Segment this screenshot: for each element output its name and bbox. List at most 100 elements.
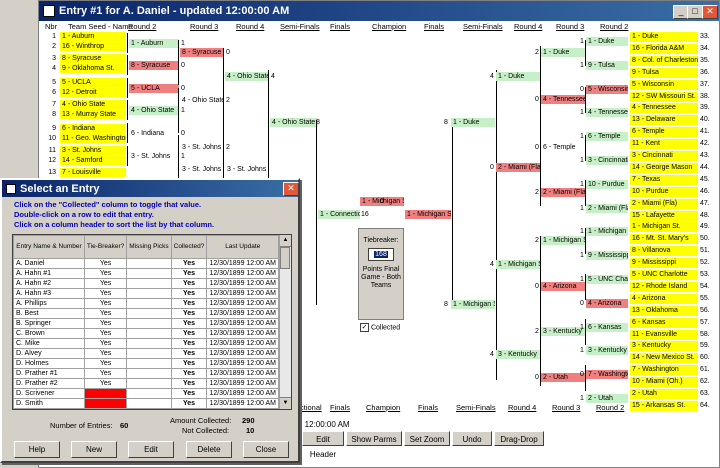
left-round3-pick[interactable]: 3 - St. Johns [180,165,224,174]
right-team-pick[interactable]: 8 - Villanova [630,246,698,257]
right-round3-pick[interactable]: 1 - Duke [541,48,585,57]
right-semifinal-pick[interactable]: 1 - Michigan St [451,300,495,309]
right-round3-pick[interactable]: 4 - Arizona [541,282,585,291]
right-round2-pick[interactable]: 9 - Mississippi [586,251,628,261]
right-team-pick[interactable]: 2 - Utah [630,389,698,399]
dialog-button-new[interactable]: New [71,441,117,458]
col-tie-breaker[interactable]: Tie-Breaker? [83,235,128,259]
maximize-button[interactable]: □ [687,5,703,19]
left-round2-pick[interactable]: 5 - UCLA [129,84,179,93]
right-team-pick[interactable]: 3 - Cincinnati [630,151,698,161]
header-col-8[interactable]: Round 4 [514,22,542,31]
scroll-up-arrow[interactable]: ▲ [280,235,291,247]
header-col-10[interactable]: Round 2 [600,22,628,31]
dialog-button-edit[interactable]: Edit [128,441,174,458]
table-row[interactable]: D. Prather #2 Yes Yes 12/30/1899 12:00 AM [13,378,279,389]
right-team-pick[interactable]: 7 - Washington [630,365,698,376]
header-col-4[interactable]: Finals [330,22,350,31]
col-entry-name[interactable]: Entry Name & Number [13,235,85,259]
header-col-6[interactable]: Finals [424,22,444,31]
right-round2-pick[interactable]: 1 - Michigan St [586,227,628,237]
right-team-pick[interactable]: 9 - Mississippi [630,258,698,269]
toolbar-button-drag-drop[interactable]: Drag-Drop [494,431,544,446]
right-round2-pick[interactable]: 3 - Cincinnati [586,156,628,165]
table-row[interactable]: D. Scrivener Yes 12/30/1899 12:00 AM [13,388,279,399]
table-row[interactable]: D. Alvey Yes Yes 12/30/1899 12:00 AM [13,348,279,359]
right-round2-pick[interactable]: 5 - Wisconsin [586,84,628,94]
right-round2-pick[interactable]: 6 - Kansas [586,322,628,332]
right-team-pick[interactable]: 11 - Evansville [630,329,698,340]
right-team-pick[interactable]: 1 - Duke [630,32,698,42]
right-round3-pick[interactable]: 6 - Temple [541,143,585,152]
left-team-pick[interactable]: 16 - Winthrop [60,42,126,51]
right-round2-pick[interactable]: 4 - Tennessee [586,108,628,118]
right-team-pick[interactable]: 5 - UNC Charlotte [630,270,698,280]
table-row[interactable]: B. Best Yes Yes 12/30/1899 12:00 AM [13,308,279,319]
collected-cell[interactable]: Yes [170,368,208,379]
right-finals-pick[interactable]: 1 - Michigan St [405,210,451,219]
table-row[interactable]: A. Hahn #3 Yes Yes 12/30/1899 12:00 AM [13,288,279,299]
left-team-pick[interactable]: 11 - Geo. Washington [60,134,126,143]
right-team-pick[interactable]: 4 - Arizona [630,293,698,304]
toolbar-button-set-zoom[interactable]: Set Zoom [404,431,450,446]
toolbar-button-edit-header[interactable]: Edit Header [302,431,344,459]
collected-cell[interactable]: Yes [170,318,208,329]
dialog-title-bar[interactable]: Select an Entry [2,180,298,197]
header-col-5[interactable]: Champion [372,22,406,31]
right-team-pick[interactable]: 1 - Michigan St. [630,222,698,233]
left-team-pick[interactable]: 3 - St. Johns [60,146,126,155]
left-round4-pick[interactable]: 4 - Ohio State [225,72,269,81]
right-team-pick[interactable]: 15 - Lafayette [630,210,698,221]
right-semifinal-pick[interactable]: 1 - Duke [451,118,495,127]
right-round2-pick[interactable]: 4 - Arizona [586,298,628,308]
right-round2-pick[interactable]: 5 - UNC Charlotte [586,275,628,284]
collected-cell[interactable]: Yes [170,278,208,289]
footer-col-4[interactable]: Semi-Finals [456,403,496,412]
collected-cell[interactable]: Yes [170,358,208,369]
right-round2-pick[interactable]: 6 - Temple [586,132,628,142]
right-team-pick[interactable]: 15 - Arkansas St. [630,400,698,411]
left-team-pick[interactable]: 12 - Detroit [60,88,126,97]
header-col-0[interactable]: Round 2 [128,22,156,31]
table-row[interactable]: B. Springer Yes Yes 12/30/1899 12:00 AM [13,318,279,329]
right-team-pick[interactable]: 16 - Florida A&M [630,43,698,54]
left-team-pick[interactable]: 4 - Ohio State [60,100,126,109]
collected-cell[interactable]: Yes [170,298,208,309]
right-team-pick[interactable]: 14 - New Mexico St. [630,353,698,364]
right-team-pick[interactable]: 3 - Kentucky [630,341,698,352]
right-round4-pick[interactable]: 3 - Kentucky [496,350,540,359]
left-round3-pick[interactable]: 3 - St. Johns [180,143,224,152]
header-col-2[interactable]: Round 4 [236,22,264,31]
right-team-pick[interactable]: 14 - George Mason [630,162,698,173]
right-team-pick[interactable]: 10 - Miami (Oh.) [630,377,698,388]
right-team-pick[interactable]: 12 - Rhode Island [630,281,698,292]
dialog-button-close[interactable]: Close [243,441,289,458]
table-row[interactable]: C. Mike Yes Yes 12/30/1899 12:00 AM [13,338,279,349]
left-finals-pick[interactable]: 1 - Connecticut [318,210,360,219]
table-row[interactable]: C. Brown Yes Yes 12/30/1899 12:00 AM [13,328,279,339]
left-round2-pick[interactable]: 6 - Indiana [129,129,179,138]
left-team-pick[interactable]: 8 - Syracuse [60,54,126,63]
right-team-pick[interactable]: 7 - Texas [630,174,698,185]
right-round2-pick[interactable]: 7 - Washington [586,370,628,380]
table-scrollbar[interactable]: ▲ ▼ [279,235,291,409]
right-round3-pick[interactable]: 2 - Utah [541,373,585,382]
main-title-bar[interactable]: Entry #1 for A. Daniel - updated 12:00:0… [39,1,719,21]
table-row[interactable]: A. Daniel Yes Yes 12/30/1899 12:00 AM [13,258,279,269]
right-round3-pick[interactable]: 2 - Miami (Fla) [541,188,585,197]
col-collected[interactable]: Collected? [170,235,208,259]
close-button[interactable]: ✕ [702,5,718,19]
collected-checkbox[interactable]: ✓ [360,323,369,332]
right-round3-pick[interactable]: 3 - Kentucky [541,327,585,336]
right-round3-pick[interactable]: 4 - Tennessee [541,95,585,104]
right-team-pick[interactable]: 10 - Purdue [630,186,698,197]
right-team-pick[interactable]: 5 - Wisconsin [630,79,698,90]
tiebreaker-input[interactable]: 168 [368,248,394,261]
collected-cell[interactable]: Yes [170,348,208,359]
footer-col-5[interactable]: Round 4 [508,403,536,412]
table-row[interactable]: A. Phillips Yes Yes 12/30/1899 12:00 AM [13,298,279,309]
collected-cell[interactable]: Yes [170,258,208,269]
toolbar-button-undo[interactable]: Undo [452,431,492,446]
right-team-pick[interactable]: 4 - Tennessee [630,103,698,114]
right-team-pick[interactable]: 13 - Delaware [630,115,698,126]
